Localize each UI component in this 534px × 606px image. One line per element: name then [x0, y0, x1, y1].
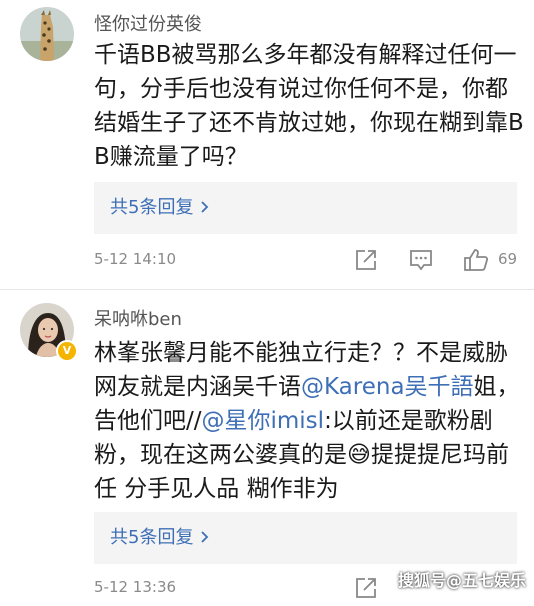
- chevron-right-icon: [199, 527, 211, 548]
- comment-timestamp: 5-12 14:10: [94, 250, 177, 268]
- mention-link[interactable]: @星你imisl: [202, 408, 325, 434]
- verified-badge-icon: V: [56, 340, 78, 362]
- replies-label: 共5条回复: [110, 197, 194, 218]
- share-icon[interactable]: [352, 574, 380, 602]
- replies-box[interactable]: 共5条回复: [94, 182, 517, 234]
- comment-text: 千语BB被骂那么多年都没有解释过任何一句，分手后也没有说过你任何不是，你都结婚生…: [94, 42, 524, 170]
- view-replies-link[interactable]: 共5条回复: [110, 182, 211, 234]
- comment-icon[interactable]: [407, 246, 435, 274]
- sweat-smile-emoji-icon: 😅: [347, 442, 371, 468]
- replies-box[interactable]: 共5条回复: [94, 512, 517, 564]
- comment-meta: 5-12 14:10 69: [94, 246, 524, 276]
- thumbs-up-icon[interactable]: [462, 246, 490, 274]
- comment-username[interactable]: 怪你过份英俊: [94, 10, 202, 36]
- mention-link[interactable]: @Karena吴千語: [301, 374, 474, 400]
- avatar[interactable]: [20, 7, 74, 61]
- comment-timestamp: 5-12 13:36: [94, 578, 177, 596]
- comment-item: V 呆呐咻ben 林峯张馨月能不能独立行走？？不是威胁网友就是内涵吴千语@Kar…: [0, 290, 534, 599]
- watermark: 搜狐号@五七娱乐: [397, 571, 526, 590]
- replies-label: 共5条回复: [110, 527, 194, 548]
- chevron-right-icon: [199, 197, 211, 218]
- like-count: 69: [498, 250, 518, 268]
- comment-username[interactable]: 呆呐咻ben: [94, 305, 182, 331]
- comment-text: 林峯张馨月能不能独立行走？？不是威胁网友就是内涵吴千语@Karena吴千語姐，告…: [94, 336, 524, 506]
- share-icon[interactable]: [352, 246, 380, 274]
- comment-item: 怪你过份英俊 千语BB被骂那么多年都没有解释过任何一句，分手后也没有说过你任何不…: [0, 0, 534, 290]
- view-replies-link[interactable]: 共5条回复: [110, 512, 211, 564]
